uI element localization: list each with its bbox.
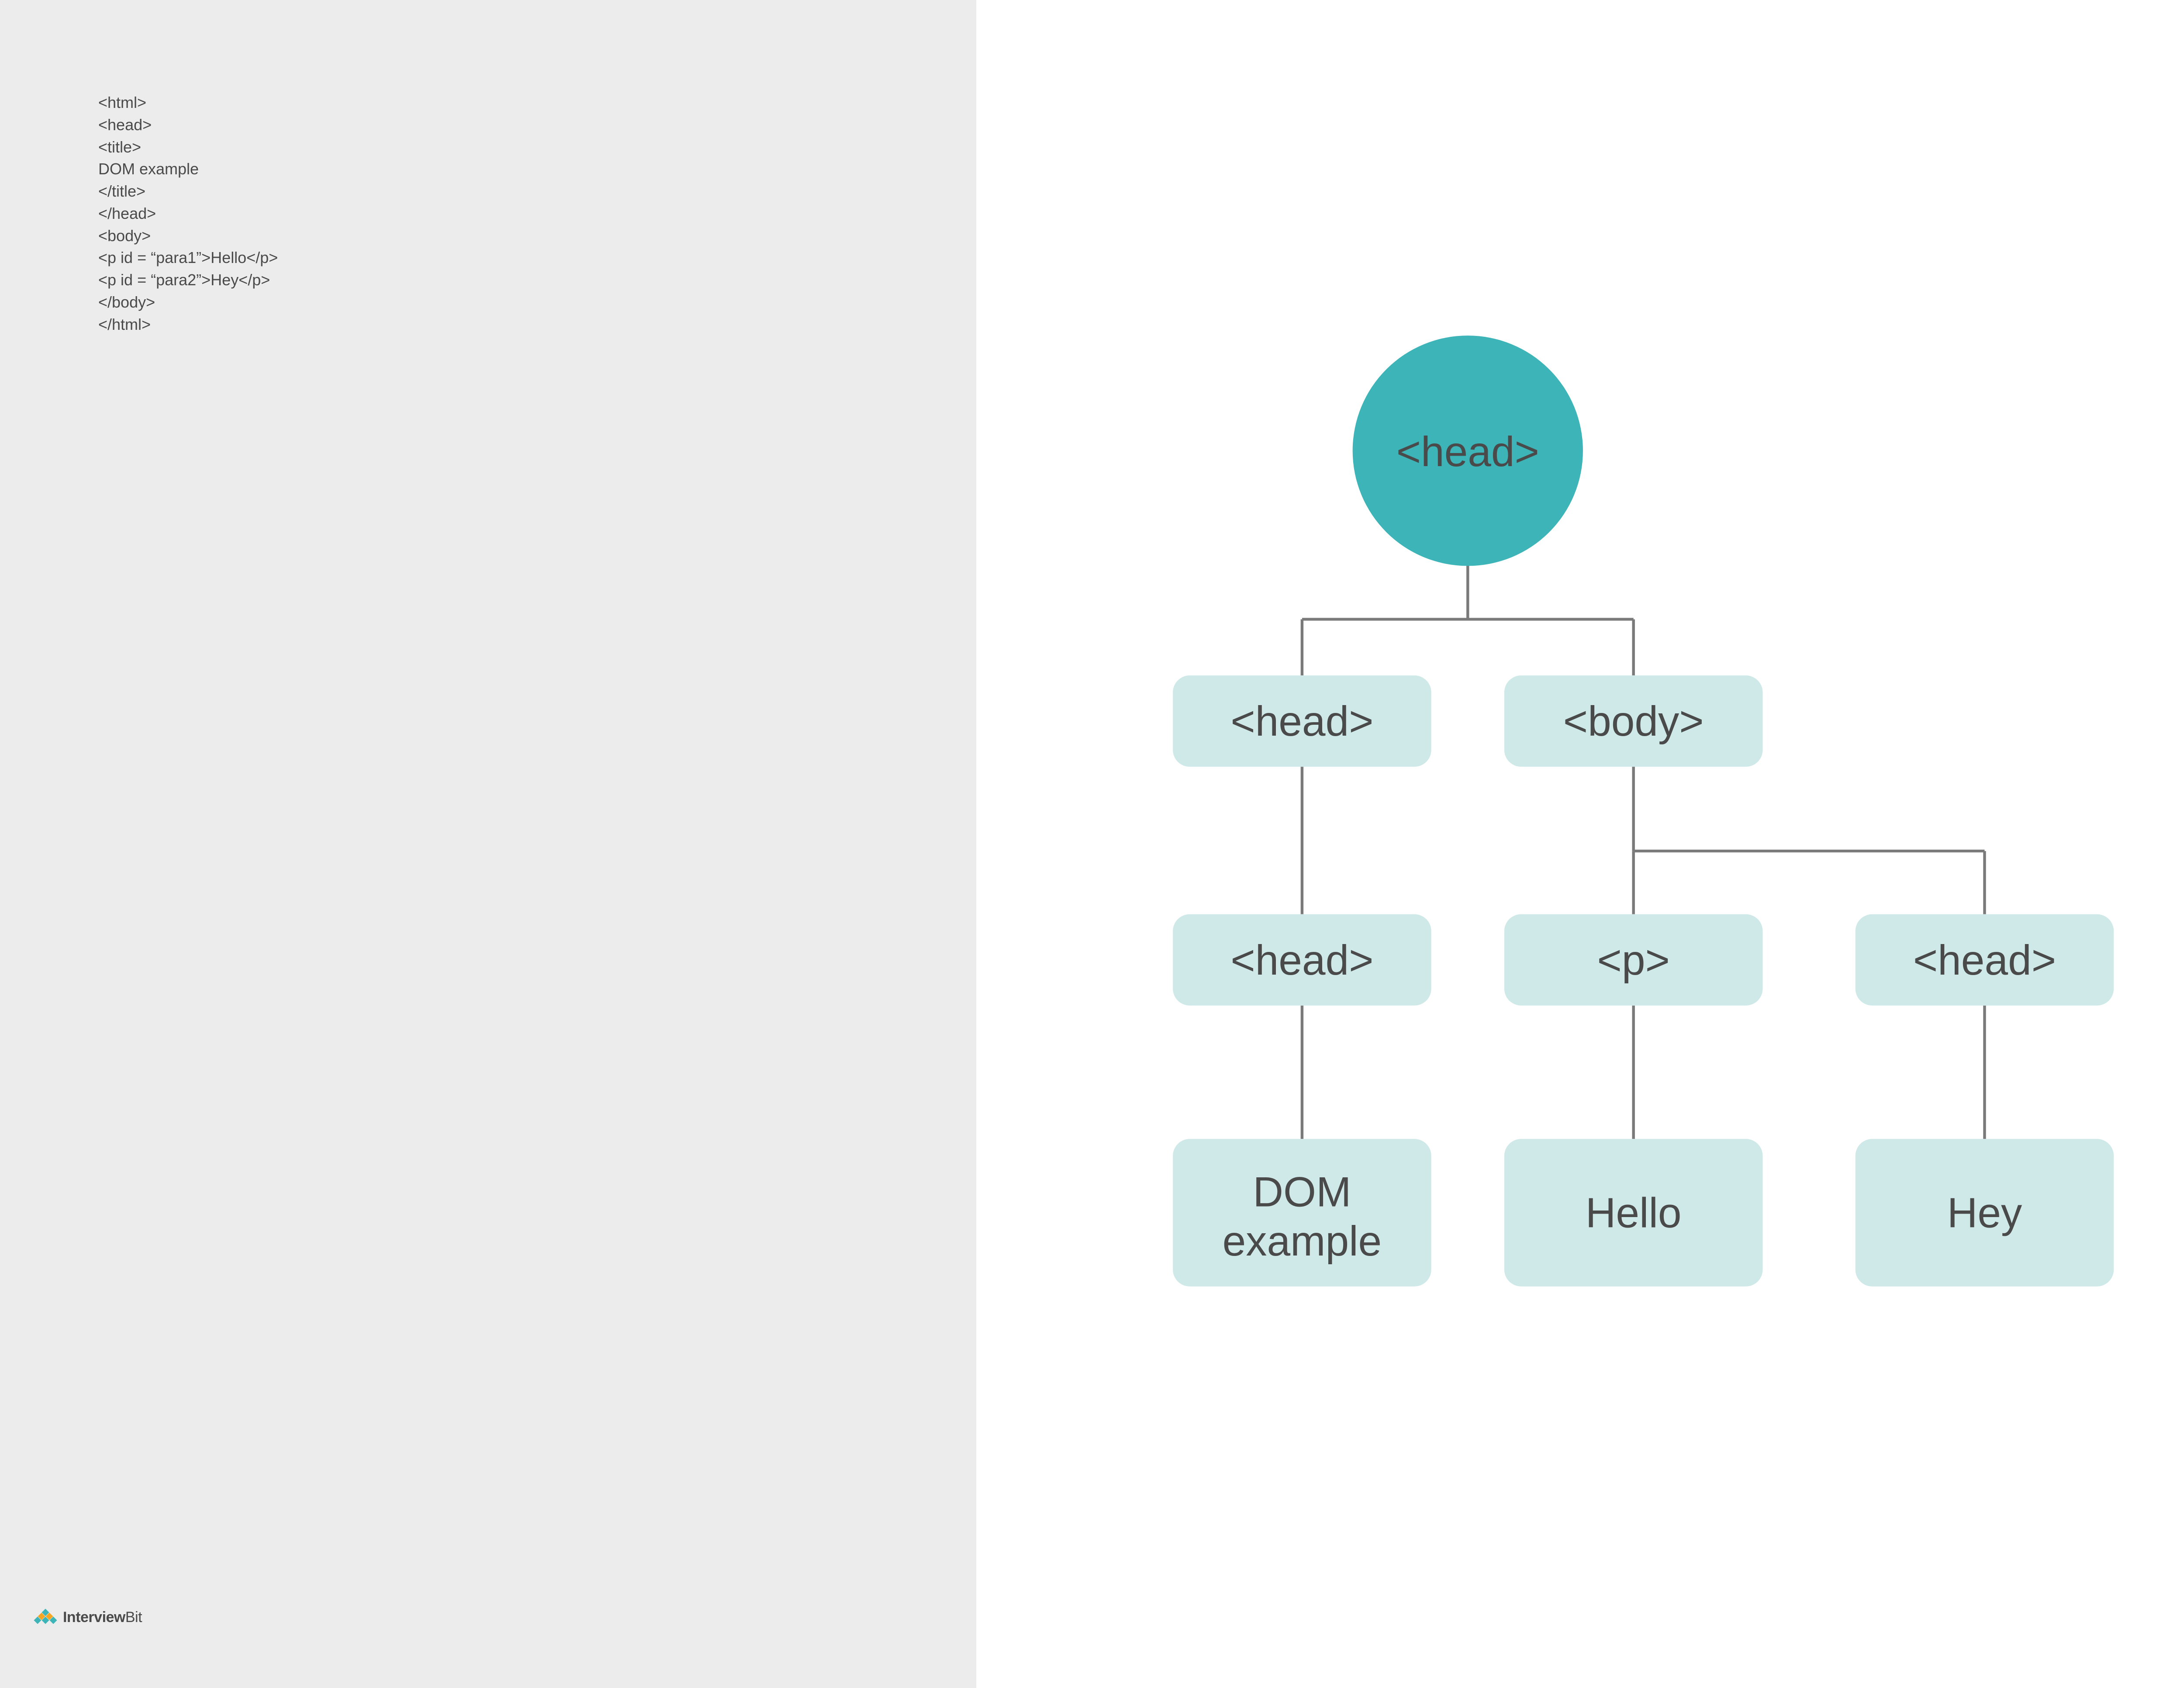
dom-tree-diagram: <head> <head> <body> <head> <p> <head> D… — [976, 0, 2184, 1688]
code-line: </html> — [98, 314, 976, 336]
code-line: <html> — [98, 92, 976, 114]
tree-panel: <head> <head> <body> <head> <p> <head> D… — [976, 0, 2184, 1688]
tree-leaf-label: Hey — [1947, 1190, 2022, 1236]
brand-name-regular: Bit — [125, 1609, 142, 1626]
brand-logo: InterviewBit — [33, 1608, 142, 1627]
brand-name-bold: Interview — [63, 1609, 125, 1626]
code-line: </title> — [98, 180, 976, 203]
code-line: DOM example — [98, 158, 976, 180]
code-line: </head> — [98, 203, 976, 225]
tree-leaf-label: DOM — [1253, 1169, 1351, 1215]
tree-leaf-label: example — [1223, 1218, 1382, 1265]
tree-node-label: <head> — [1913, 937, 2056, 984]
brand-logo-text: InterviewBit — [63, 1609, 142, 1626]
code-line: <title> — [98, 136, 976, 159]
code-line: <p id = “para1”>Hello</p> — [98, 247, 976, 269]
code-line: <p id = “para2”>Hey</p> — [98, 269, 976, 291]
tree-node-label: <p> — [1597, 937, 1670, 984]
tree-node-label: <head> — [1230, 698, 1373, 745]
tree-node-label: <head> — [1230, 937, 1373, 984]
brand-logo-icon — [33, 1608, 58, 1627]
code-panel: <html> <head> <title> DOM example </titl… — [0, 0, 976, 1688]
tree-root-label: <head> — [1396, 429, 1539, 475]
code-line: </body> — [98, 291, 976, 314]
tree-leaf-label: Hello — [1586, 1190, 1682, 1236]
code-line: <body> — [98, 225, 976, 247]
code-block: <html> <head> <title> DOM example </titl… — [98, 92, 976, 336]
code-line: <head> — [98, 114, 976, 136]
tree-node-label: <body> — [1563, 698, 1704, 745]
